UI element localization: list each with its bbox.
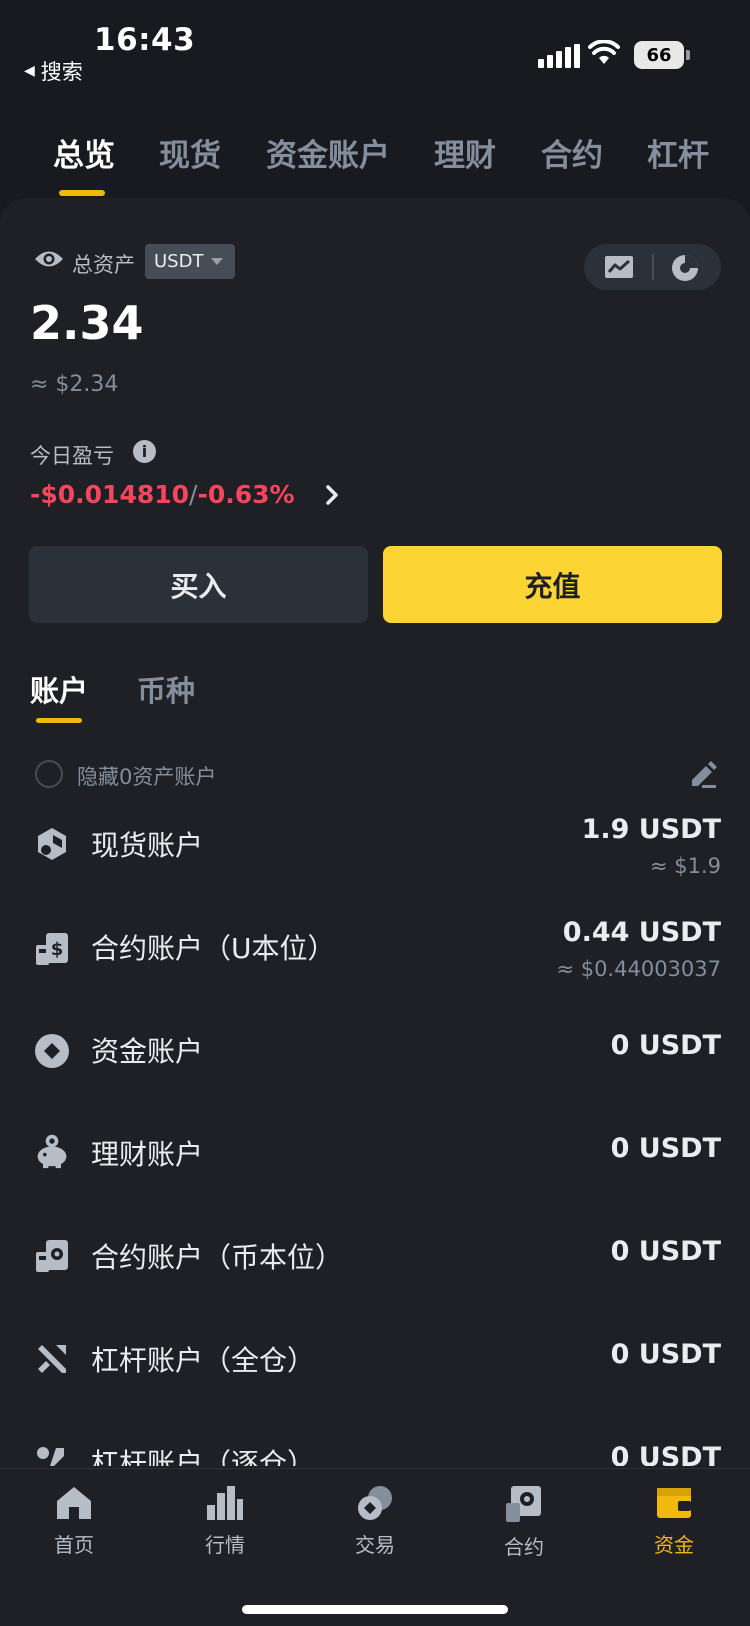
account-amount: 0 USDT <box>610 1030 721 1061</box>
svg-text:$: $ <box>51 939 64 960</box>
account-fiat: ≈ $0.44003037 <box>556 957 721 981</box>
account-row-spot[interactable]: 现货账户 1.9 USDT ≈ $1.9 <box>0 800 750 890</box>
nav-label: 合约 <box>504 1535 544 1559</box>
home-icon <box>57 1487 91 1519</box>
cross-margin-icon <box>38 1345 66 1373</box>
total-assets-fiat: ≈ $2.34 <box>30 372 119 397</box>
active-subtab-indicator <box>36 718 82 723</box>
nav-home[interactable]: 首页 <box>14 1485 134 1558</box>
hide-zero-checkbox[interactable] <box>35 760 63 788</box>
status-time: 16:43 <box>94 22 196 58</box>
toggle-divider <box>652 254 654 280</box>
daily-pnl-label: 今日盈亏 <box>30 444 114 468</box>
trend-chart-icon[interactable] <box>604 255 634 279</box>
futures-icon <box>506 1486 541 1522</box>
status-bar: 16:43 ◀ 搜索 66 <box>0 0 750 96</box>
tab-funding[interactable]: 资金账户 <box>266 130 390 175</box>
nav-wallet[interactable]: 资金 <box>614 1485 734 1558</box>
currency-unit-value: USDT <box>154 251 204 272</box>
tab-spot[interactable]: 现货 <box>159 130 221 175</box>
pie-chart-icon[interactable] <box>670 253 700 283</box>
edit-icon[interactable] <box>688 760 718 788</box>
nav-trade[interactable]: 交易 <box>315 1485 435 1558</box>
cellular-signal-icon <box>538 44 580 68</box>
account-name: 合约账户（币本位） <box>91 1241 344 1274</box>
back-to-search-link[interactable]: ◀ 搜索 <box>24 56 83 86</box>
buy-button[interactable]: 买入 <box>29 546 368 623</box>
daily-pnl-value[interactable]: -$0.014810/-0.63% <box>30 480 295 509</box>
deposit-button[interactable]: 充值 <box>383 546 722 623</box>
account-name: 合约账户（U本位） <box>91 932 336 965</box>
earn-icon <box>37 1134 67 1169</box>
nav-label: 首页 <box>54 1533 94 1557</box>
battery-indicator: 66 <box>634 41 684 69</box>
daily-pnl-percent: -0.63% <box>197 480 295 509</box>
tab-coins[interactable]: 币种 <box>137 668 195 710</box>
account-fiat: ≈ $1.9 <box>649 854 721 878</box>
spot-icon <box>38 828 66 860</box>
coinm-futures-icon <box>36 1240 68 1272</box>
account-row-coinm-futures[interactable]: 合约账户（币本位） 0 USDT <box>0 1212 750 1302</box>
battery-cap <box>686 50 690 60</box>
tab-accounts[interactable]: 账户 <box>30 668 88 710</box>
account-amount: 1.9 USDT <box>581 814 721 845</box>
account-name: 资金账户 <box>91 1035 204 1068</box>
account-amount: 0 USDT <box>610 1442 721 1466</box>
tab-overview[interactable]: 总览 <box>53 130 115 175</box>
account-amount: 0 USDT <box>610 1133 721 1164</box>
active-tab-indicator <box>59 190 105 196</box>
usdm-futures-icon: $ <box>36 933 68 965</box>
account-row-usdm-futures[interactable]: $ 合约账户（U本位） 0.44 USDT ≈ $0.44003037 <box>0 903 750 993</box>
markets-icon <box>207 1486 243 1520</box>
account-row-funding[interactable]: 资金账户 0 USDT <box>0 1006 750 1096</box>
back-arrow-icon: ◀ <box>24 63 35 79</box>
info-icon[interactable]: i <box>133 440 156 463</box>
daily-pnl-amount: -$0.014810 <box>30 480 190 509</box>
bottom-nav: 首页 行情 交易 合约 资金 <box>0 1468 750 1626</box>
chart-view-toggle <box>584 244 721 290</box>
nav-label: 行情 <box>205 1533 245 1557</box>
account-name: 理财账户 <box>91 1138 204 1171</box>
wallet-icon <box>657 1488 691 1518</box>
account-amount: 0.44 USDT <box>562 917 721 948</box>
account-row-earn[interactable]: 理财账户 0 USDT <box>0 1109 750 1199</box>
nav-markets[interactable]: 行情 <box>165 1485 285 1558</box>
account-row-cross-margin[interactable]: 杠杆账户（全仓） 0 USDT <box>0 1315 750 1405</box>
tab-earn[interactable]: 理财 <box>434 130 496 175</box>
hide-zero-label: 隐藏0资产账户 <box>77 765 217 789</box>
wifi-icon <box>588 40 620 64</box>
account-name: 杠杆账户（逐仓） <box>91 1447 316 1466</box>
back-link-label: 搜索 <box>40 60 83 84</box>
caret-down-icon <box>211 258 224 265</box>
chevron-right-icon[interactable] <box>325 484 339 506</box>
account-row-isolated-margin[interactable]: 杠杆账户（逐仓） 0 USDT <box>0 1418 750 1466</box>
eye-icon[interactable] <box>34 248 64 270</box>
tab-margin[interactable]: 杠杆 <box>647 130 709 175</box>
funding-icon <box>35 1034 69 1068</box>
currency-unit-select[interactable]: USDT <box>145 244 235 279</box>
tab-futures[interactable]: 合约 <box>541 130 603 175</box>
nav-label: 交易 <box>355 1533 395 1557</box>
total-assets-value: 2.34 <box>30 296 144 350</box>
nav-futures[interactable]: 合约 <box>464 1485 584 1560</box>
nav-label: 资金 <box>654 1533 694 1557</box>
trade-icon <box>358 1486 392 1520</box>
total-assets-label: 总资产 <box>72 253 135 277</box>
home-indicator <box>242 1605 508 1614</box>
account-amount: 0 USDT <box>610 1236 721 1267</box>
account-amount: 0 USDT <box>610 1339 721 1370</box>
isolated-margin-icon <box>37 1447 64 1466</box>
account-name: 杠杆账户（全仓） <box>91 1344 316 1377</box>
top-tab-bar: 总览 现货 资金账户 理财 合约 杠杆 <box>0 130 750 196</box>
account-name: 现货账户 <box>91 829 204 862</box>
